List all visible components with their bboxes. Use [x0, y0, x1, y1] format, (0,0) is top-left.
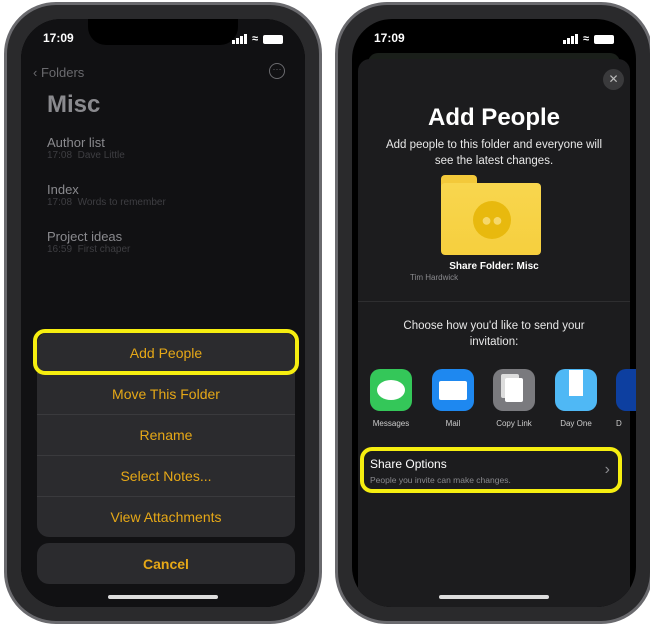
status-time: 17:09: [374, 31, 405, 45]
left-phone: 17:09 ≈ ‹ Folders ··· Misc Author list 17…: [4, 2, 322, 624]
people-icon: ●●: [473, 201, 511, 239]
note-item[interactable]: Author list 17:08 Dave Little: [47, 135, 125, 161]
sheet-title: Add People: [427, 104, 560, 131]
highlight-box: [33, 329, 299, 375]
battery-icon: [594, 34, 614, 44]
choose-label: Choose how you'd like to send your: [403, 320, 585, 332]
app-messages[interactable]: Messages: [370, 369, 412, 428]
app-day-one[interactable]: Day One: [555, 369, 597, 428]
messages-icon: [370, 369, 412, 411]
status-time: 17:09: [43, 31, 74, 45]
cancel-button[interactable]: Cancel: [37, 543, 295, 584]
note-item[interactable]: Project ideas 16:59 First chaper: [47, 229, 130, 255]
app-mail[interactable]: Mail: [432, 369, 474, 428]
view-attachments-button[interactable]: View Attachments: [37, 496, 295, 537]
folder-name: Share Folder: Misc: [449, 261, 539, 272]
signal-icon: [562, 34, 578, 44]
home-indicator: [108, 595, 218, 599]
status-bar: 17:09 ≈: [43, 31, 283, 47]
home-indicator: [439, 595, 549, 599]
wifi-icon: ≈: [251, 33, 258, 45]
close-button[interactable]: ✕: [603, 69, 624, 90]
app-dropbox[interactable]: D: [616, 369, 636, 428]
wifi-icon: ≈: [582, 33, 589, 45]
owner-name: Tim Hardwick: [410, 273, 459, 282]
more-icon[interactable]: ···: [269, 63, 285, 79]
divider: [358, 301, 630, 302]
sheet-subtitle: Add people to this folder and everyone w…: [385, 139, 603, 151]
rename-button[interactable]: Rename: [37, 414, 295, 455]
share-options-button[interactable]: Share Options People you invite can make…: [360, 447, 622, 493]
dropbox-icon: [616, 369, 636, 411]
copy-link-icon: [493, 369, 535, 411]
status-bar: 17:09 ≈: [374, 31, 614, 47]
page-title: Misc: [47, 91, 101, 118]
move-folder-button[interactable]: Move This Folder: [37, 373, 295, 414]
chevron-right-icon: ›: [604, 461, 610, 478]
battery-icon: [263, 34, 283, 44]
right-screen: 17:09 ≈ ✕ Add People Add people to this …: [352, 19, 636, 607]
right-phone: 17:09 ≈ ✕ Add People Add people to this …: [335, 2, 650, 624]
left-screen: 17:09 ≈ ‹ Folders ··· Misc Author list 17…: [21, 19, 305, 607]
shared-folder-icon: ●●: [441, 175, 541, 255]
note-item[interactable]: Index 17:08 Words to remember: [47, 182, 166, 208]
add-people-sheet: ✕ Add People Add people to this folder a…: [358, 59, 630, 607]
day-one-icon: [555, 369, 597, 411]
select-notes-button[interactable]: Select Notes...: [37, 455, 295, 496]
back-button[interactable]: ‹ Folders: [33, 65, 84, 80]
signal-icon: [231, 34, 247, 44]
app-copy-link[interactable]: Copy Link: [493, 369, 535, 428]
mail-icon: [432, 369, 474, 411]
